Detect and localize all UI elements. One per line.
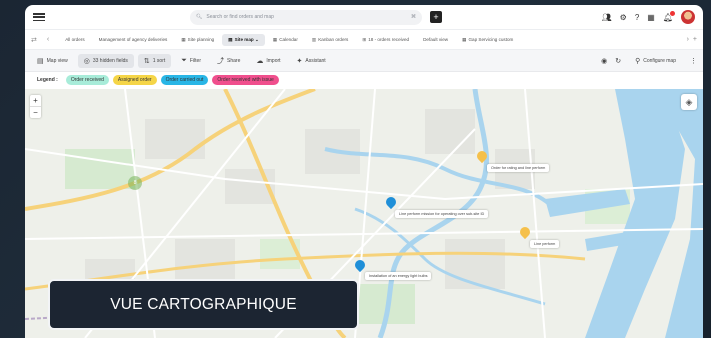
- calendar-icon: ▦: [181, 36, 186, 42]
- search-shortcut-hint: ⌘: [411, 14, 416, 20]
- cloud-upload-icon: ☁: [256, 57, 264, 65]
- layers-icon[interactable]: ◈: [681, 94, 697, 110]
- marker-cluster[interactable]: 8: [128, 176, 142, 190]
- share-icon: ⤴: [217, 57, 225, 65]
- notification-badge: [670, 10, 675, 16]
- calendar-icon: ▦: [462, 36, 467, 42]
- marker-popup: Order for rating and line perform: [487, 164, 550, 172]
- users-icon[interactable]: 👥︎: [602, 13, 612, 22]
- view-toolbar: ▤ Map view ◎ 33 hidden fields ⇅ 1 sort ⏷ Fil…: [25, 50, 703, 72]
- legend-title: Legend :: [37, 77, 58, 83]
- filter-button[interactable]: ⏷ Filter: [175, 54, 207, 68]
- pin-icon: ⚲: [635, 57, 641, 65]
- tab-kanban-orders[interactable]: ▥ Kanban orders: [306, 34, 354, 46]
- notifications-icon[interactable]: 🔔︎: [663, 10, 675, 22]
- calendar-icon: ▦: [272, 36, 278, 42]
- hidden-fields-button[interactable]: ◎ 33 hidden fields: [77, 53, 134, 68]
- legend-chip-order-with-issue: Order received with issue: [212, 75, 279, 85]
- tab-gap-servicing[interactable]: ▦ Gap Servicing custom: [456, 34, 519, 46]
- zoom-in-button[interactable]: +: [30, 95, 41, 107]
- sort-icon: ⇅: [143, 57, 150, 65]
- kanban-icon: ▥: [311, 36, 317, 42]
- park-area: [65, 149, 135, 189]
- assistant-icon: ✦: [296, 57, 303, 65]
- hamburger-menu-icon[interactable]: [33, 11, 45, 23]
- tab-default-view[interactable]: Default view: [417, 34, 454, 45]
- more-tabs-icon[interactable]: ›: [687, 36, 689, 43]
- legend-chip-order-carried-out: Order carried out: [160, 75, 209, 85]
- import-button[interactable]: ☁ Import: [250, 54, 286, 68]
- map-view-button[interactable]: ▤ Map view: [31, 54, 74, 68]
- tab-agency-deliveries[interactable]: Management of agency deliveries: [93, 34, 174, 45]
- swap-icon[interactable]: ⇄: [31, 36, 37, 44]
- tab-site-planning[interactable]: ▦ Site planning: [175, 34, 220, 46]
- global-search-input[interactable]: 🔍︎ Search or find orders and map ⌘: [190, 9, 422, 25]
- views-tabs-bar: ⇄ ‹ All orders Management of agency deli…: [25, 30, 703, 50]
- marker-popup: Line perform: [530, 240, 560, 248]
- calendar-icon[interactable]: ▦: [647, 13, 655, 22]
- top-bar: 🔍︎ Search or find orders and map ⌘ + 👥︎ …: [25, 5, 703, 30]
- tab-calendar[interactable]: ▦ Calendar: [267, 34, 304, 46]
- back-icon[interactable]: ‹: [47, 36, 49, 43]
- search-placeholder: Search or find orders and map: [206, 14, 274, 20]
- filter-icon: ⏷: [181, 56, 187, 64]
- map-icon: ▤: [37, 57, 44, 65]
- map-icon: ▤: [228, 36, 233, 42]
- zoom-control: + −: [30, 95, 41, 118]
- refresh-icon[interactable]: ↻: [615, 57, 621, 65]
- share-button[interactable]: ⤴ Share: [211, 53, 246, 69]
- zoom-out-button[interactable]: −: [30, 107, 41, 118]
- map-legend: Legend : Order received Assigned order O…: [25, 72, 703, 88]
- help-icon[interactable]: ?: [635, 13, 639, 22]
- create-new-button[interactable]: +: [430, 11, 442, 23]
- eye-off-icon: ◎: [83, 57, 90, 65]
- more-options-icon[interactable]: ⋮: [690, 57, 697, 65]
- marker-popup: Installation of an energy light bulbs: [365, 272, 432, 280]
- eye-icon[interactable]: ◉: [601, 57, 607, 65]
- legend-chip-assigned-order: Assigned order: [112, 75, 157, 85]
- legend-chip-order-received: Order received: [65, 75, 109, 85]
- settings-icon[interactable]: ⚙︎: [620, 13, 627, 22]
- marker-popup: Line perform mission for operating over …: [395, 210, 489, 218]
- assistant-button[interactable]: ✦ Assistant: [291, 54, 332, 68]
- grid-icon: ⊞: [362, 36, 367, 42]
- search-icon: 🔍︎: [196, 14, 203, 20]
- add-view-icon[interactable]: +: [693, 36, 697, 43]
- tab-site-map[interactable]: ▤ Site map ⌄: [222, 33, 265, 46]
- tab-orders-received[interactable]: ⊞ 18 - orders received: [356, 34, 415, 46]
- sort-button[interactable]: ⇅ 1 sort: [137, 53, 172, 68]
- configure-map-button[interactable]: ⚲ Configure map: [629, 54, 682, 68]
- user-avatar[interactable]: [681, 10, 695, 24]
- map-view-caption: VUE CARTOGRAPHIQUE: [48, 279, 359, 330]
- tab-all-orders[interactable]: All orders: [59, 34, 90, 45]
